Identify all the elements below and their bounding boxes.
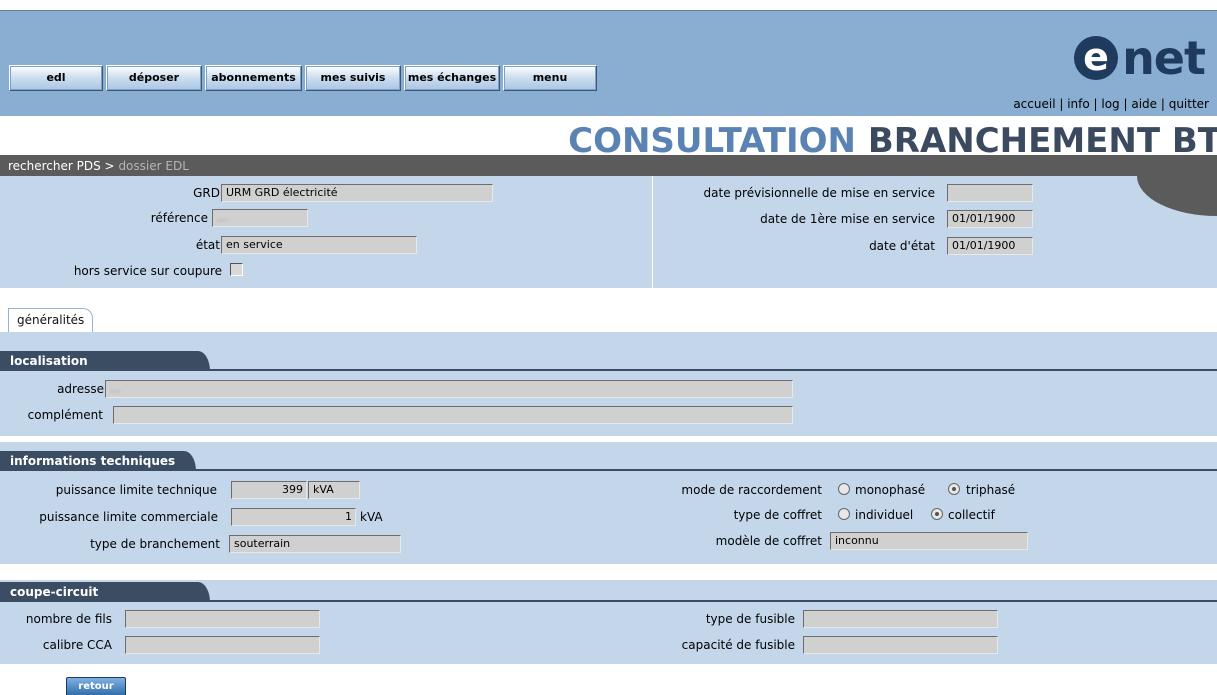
logo-e-icon: e bbox=[1074, 36, 1119, 80]
nav-edl-button[interactable]: edl bbox=[9, 65, 103, 91]
type-branchement-label: type de branchement bbox=[90, 537, 220, 551]
reference-field: ... bbox=[212, 209, 308, 227]
nav-abonnements-button[interactable]: abonnements bbox=[205, 65, 302, 91]
radio-triphase[interactable] bbox=[948, 483, 960, 495]
plc-field: 1 bbox=[231, 508, 356, 526]
modele-coffret-field: inconnu bbox=[830, 532, 1028, 550]
breadcrumb-link[interactable]: rechercher PDS > bbox=[8, 159, 115, 173]
nav-menu-button[interactable]: menu bbox=[503, 65, 597, 91]
etat-label: état bbox=[195, 238, 220, 252]
calibre-cca-label: calibre CCA bbox=[42, 638, 112, 652]
tech-header: informations techniques bbox=[0, 451, 196, 471]
date-prev-label: date prévisionnelle de mise en service bbox=[703, 186, 935, 200]
plt-label: puissance limite technique bbox=[55, 483, 217, 497]
enet-logo: e net bbox=[1074, 31, 1206, 85]
calibre-cca-field bbox=[125, 636, 320, 654]
individuel-label: individuel bbox=[855, 508, 914, 522]
monophase-label: monophasé bbox=[855, 483, 926, 497]
plc-label: puissance limite commerciale bbox=[39, 510, 218, 524]
nav-mes-suivis-button[interactable]: mes suivis bbox=[305, 65, 401, 91]
logo-text: net bbox=[1122, 31, 1206, 85]
adresse-field: ... bbox=[105, 380, 793, 398]
retour-button[interactable]: retour bbox=[66, 677, 126, 695]
main-nav: edl déposer abonnements mes suivis mes é… bbox=[9, 65, 597, 91]
hors-service-label: hors service sur coupure bbox=[73, 264, 222, 278]
reference-label: référence bbox=[150, 211, 208, 225]
capacite-fusible-label: capacité de fusible bbox=[681, 638, 795, 652]
date-first-field: 01/01/1900 bbox=[947, 210, 1033, 228]
etat-field: en service bbox=[221, 236, 417, 254]
nav-mes-echanges-button[interactable]: mes échanges bbox=[404, 65, 500, 91]
modele-coffret-label: modèle de coffret bbox=[715, 534, 822, 548]
hors-service-checkbox[interactable] bbox=[230, 263, 243, 276]
plt-unit: kVA bbox=[308, 481, 360, 499]
coupe-circuit-header: coupe-circuit bbox=[0, 582, 210, 602]
grd-field: URM GRD électricité bbox=[221, 184, 493, 202]
collectif-label: collectif bbox=[948, 508, 995, 522]
type-fusible-label: type de fusible bbox=[705, 612, 795, 626]
nb-fils-label: nombre de fils bbox=[25, 612, 112, 626]
plc-unit: kVA bbox=[360, 510, 383, 524]
tab-generalites[interactable]: généralités bbox=[8, 308, 94, 332]
plt-field: 399 bbox=[231, 481, 307, 499]
date-etat-label: date d'état bbox=[869, 239, 935, 253]
breadcrumb: rechercher PDS > dossier EDL bbox=[8, 159, 189, 173]
top-links[interactable]: accueil | info | log | aide | quitter bbox=[1013, 97, 1209, 111]
type-coffret-label: type de coffret bbox=[733, 508, 822, 522]
adresse-label: adresse bbox=[57, 382, 104, 396]
complement-field bbox=[113, 406, 793, 424]
triphase-label: triphasé bbox=[966, 483, 1016, 497]
date-etat-field: 01/01/1900 bbox=[947, 237, 1033, 255]
complement-label: complément bbox=[27, 408, 103, 422]
header-divider bbox=[652, 176, 653, 288]
radio-collectif[interactable] bbox=[931, 508, 943, 520]
type-fusible-field bbox=[803, 610, 998, 628]
tech-rule bbox=[0, 469, 1217, 471]
localisation-header: localisation bbox=[0, 351, 210, 371]
type-branchement-field: souterrain bbox=[229, 535, 401, 553]
grd-label: GRD bbox=[193, 186, 220, 200]
date-prev-field bbox=[947, 184, 1033, 202]
radio-monophase[interactable] bbox=[838, 483, 850, 495]
capacite-fusible-field bbox=[803, 636, 998, 654]
breadcrumb-bar: rechercher PDS > dossier EDL bbox=[0, 155, 1217, 176]
nb-fils-field bbox=[125, 610, 320, 628]
coupe-circuit-rule bbox=[0, 600, 1217, 602]
date-first-label: date de 1ère mise en service bbox=[760, 212, 935, 226]
mode-raccordement-label: mode de raccordement bbox=[681, 483, 822, 497]
radio-individuel[interactable] bbox=[838, 508, 850, 520]
breadcrumb-current: dossier EDL bbox=[118, 159, 189, 173]
nav-deposer-button[interactable]: déposer bbox=[106, 65, 202, 91]
localisation-rule bbox=[0, 369, 1217, 371]
